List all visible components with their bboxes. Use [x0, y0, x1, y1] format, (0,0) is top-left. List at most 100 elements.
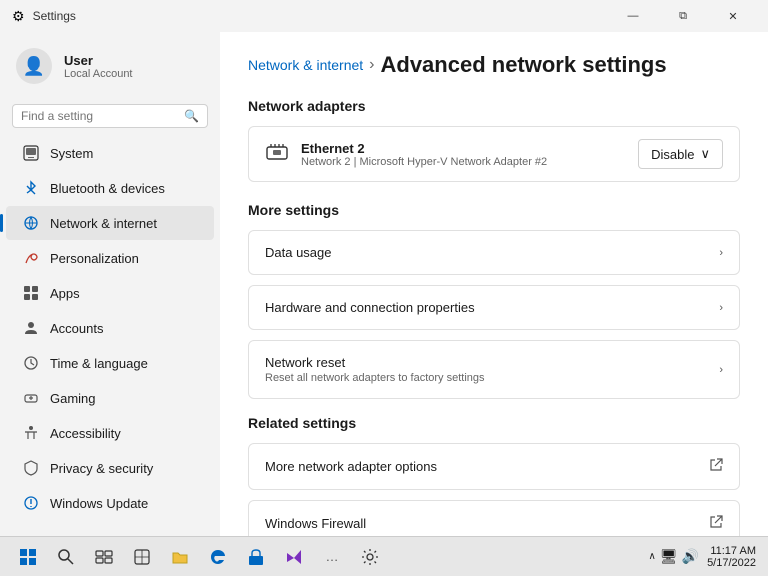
bluetooth-icon [22, 179, 40, 197]
accounts-icon [22, 319, 40, 337]
firewall-label: Windows Firewall [265, 516, 366, 531]
settings-taskbar-button[interactable] [354, 541, 386, 573]
firewall-external-icon [709, 515, 723, 532]
search-icon: 🔍 [184, 109, 199, 123]
windows-update-icon [22, 494, 40, 512]
restore-button[interactable]: ⧉ [660, 0, 706, 32]
ethernet-icon [265, 141, 289, 167]
network-icon [22, 214, 40, 232]
app-body: 👤 User Local Account 🔍 System Bluetooth … [0, 32, 768, 536]
start-button[interactable] [12, 541, 44, 573]
disable-chevron-icon: ∨ [700, 146, 710, 162]
related-settings-title: Related settings [248, 415, 740, 431]
nav-system[interactable]: System [6, 136, 214, 170]
nav-accounts[interactable]: Accounts [6, 311, 214, 345]
accounts-label: Accounts [50, 321, 103, 336]
user-name: User [64, 53, 133, 68]
edge-browser-button[interactable] [202, 541, 234, 573]
search-box[interactable]: 🔍 [12, 104, 208, 128]
nav-windows-update[interactable]: Windows Update [6, 486, 214, 520]
accessibility-icon [22, 424, 40, 442]
page-title: Advanced network settings [381, 52, 667, 78]
accessibility-label: Accessibility [50, 426, 121, 441]
adapter-options-label: More network adapter options [265, 459, 437, 474]
network-label: Network & internet [50, 216, 157, 231]
nav-apps[interactable]: Apps [6, 276, 214, 310]
titlebar-controls: — ⧉ ✕ [610, 0, 756, 32]
adapter-card-ethernet2: Ethernet 2 Network 2 | Microsoft Hyper-V… [248, 126, 740, 182]
speaker-tray-icon: 🔊 [682, 548, 699, 565]
nav-network[interactable]: Network & internet [6, 206, 214, 240]
system-tray: ∧ 🖥 🔊 [649, 548, 700, 565]
adapter-info: Ethernet 2 Network 2 | Microsoft Hyper-V… [301, 141, 626, 168]
hardware-chevron-icon: › [719, 302, 723, 314]
user-info: User Local Account [64, 53, 133, 80]
apps-icon [22, 284, 40, 302]
network-reset-subtitle: Reset all network adapters to factory se… [265, 372, 485, 384]
system-label: System [50, 146, 93, 161]
nav-accessibility[interactable]: Accessibility [6, 416, 214, 450]
hardware-label: Hardware and connection properties [265, 300, 475, 315]
title-bar: ⚙ Settings — ⧉ ✕ [0, 0, 768, 32]
file-explorer-button[interactable] [164, 541, 196, 573]
system-icon [22, 144, 40, 162]
system-clock[interactable]: 11:17 AM 5/17/2022 [707, 545, 756, 569]
data-usage-label: Data usage [265, 245, 332, 260]
close-button[interactable]: ✕ [710, 0, 756, 32]
settings-row-network-reset[interactable]: Network reset Reset all network adapters… [248, 340, 740, 399]
adapter-options-external-icon [709, 458, 723, 475]
user-profile[interactable]: 👤 User Local Account [0, 40, 220, 100]
time-label: Time & language [50, 356, 148, 371]
adapter-description: Network 2 | Microsoft Hyper-V Network Ad… [301, 156, 626, 168]
time-display: 11:17 AM [710, 545, 756, 557]
gaming-icon [22, 389, 40, 407]
titlebar-left: ⚙ Settings [12, 8, 76, 25]
gaming-label: Gaming [50, 391, 96, 406]
network-reset-chevron-icon: › [719, 364, 723, 376]
tray-chevron-icon[interactable]: ∧ [649, 551, 656, 562]
bluetooth-label: Bluetooth & devices [50, 181, 165, 196]
data-usage-chevron-icon: › [719, 247, 723, 259]
taskbar-right: ∧ 🖥 🔊 11:17 AM 5/17/2022 [649, 545, 756, 569]
avatar: 👤 [16, 48, 52, 84]
window-title: Settings [33, 9, 76, 23]
nav-privacy[interactable]: Privacy & security [6, 451, 214, 485]
vs-button[interactable] [278, 541, 310, 573]
personalization-icon [22, 249, 40, 267]
settings-row-hardware[interactable]: Hardware and connection properties › [248, 285, 740, 330]
privacy-icon [22, 459, 40, 477]
task-view-button[interactable] [88, 541, 120, 573]
time-icon [22, 354, 40, 372]
personalization-label: Personalization [50, 251, 139, 266]
nav-personalization[interactable]: Personalization [6, 241, 214, 275]
content-area: Network & internet › Advanced network se… [220, 32, 768, 536]
minimize-button[interactable]: — [610, 0, 656, 32]
network-reset-label: Network reset [265, 355, 485, 370]
network-tray-icon: 🖥 [660, 548, 678, 565]
settings-row-firewall[interactable]: Windows Firewall [248, 500, 740, 536]
settings-row-data-usage[interactable]: Data usage › [248, 230, 740, 275]
widgets-button[interactable] [126, 541, 158, 573]
date-display: 5/17/2022 [707, 557, 756, 569]
taskbar-search-button[interactable] [50, 541, 82, 573]
store-button[interactable] [240, 541, 272, 573]
settings-icon-title: ⚙ [12, 8, 25, 25]
dots-icon-button[interactable]: … [316, 541, 348, 573]
breadcrumb-separator: › [369, 56, 374, 74]
nav-bluetooth[interactable]: Bluetooth & devices [6, 171, 214, 205]
nav-time[interactable]: Time & language [6, 346, 214, 380]
user-account-type: Local Account [64, 68, 133, 80]
taskbar: … ∧ 🖥 🔊 11:17 AM 5/17/2022 [0, 536, 768, 576]
windows-update-label: Windows Update [50, 496, 148, 511]
breadcrumb-parent[interactable]: Network & internet [248, 57, 363, 73]
apps-label: Apps [50, 286, 80, 301]
privacy-label: Privacy & security [50, 461, 153, 476]
breadcrumb: Network & internet › Advanced network se… [248, 52, 740, 78]
taskbar-left: … [12, 541, 386, 573]
nav-gaming[interactable]: Gaming [6, 381, 214, 415]
settings-row-adapter-options[interactable]: More network adapter options [248, 443, 740, 490]
adapter-name: Ethernet 2 [301, 141, 626, 156]
sidebar: 👤 User Local Account 🔍 System Bluetooth … [0, 32, 220, 536]
disable-button[interactable]: Disable ∨ [638, 139, 723, 169]
search-input[interactable] [21, 109, 178, 123]
